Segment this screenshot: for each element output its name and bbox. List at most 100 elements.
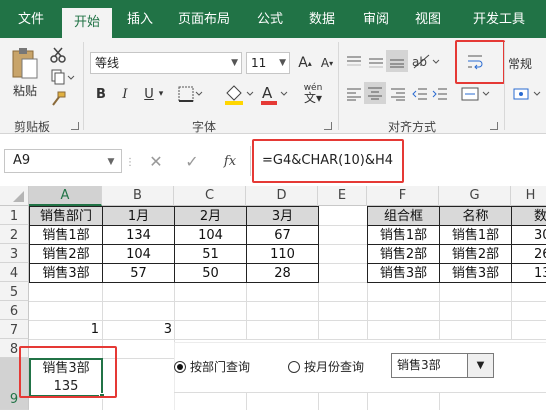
row-header-7[interactable]: 7 bbox=[0, 320, 29, 339]
font-size-value: 11 bbox=[251, 56, 267, 70]
gridline bbox=[29, 339, 546, 340]
column-header-a[interactable]: A bbox=[29, 186, 102, 206]
align-left-icon[interactable] bbox=[344, 84, 364, 104]
column-header-b[interactable]: B bbox=[102, 186, 174, 206]
tab-insert[interactable]: 插入 bbox=[118, 0, 162, 38]
number-format-combo[interactable]: 常规 bbox=[508, 52, 546, 74]
row-header-2[interactable]: 2 bbox=[0, 225, 29, 244]
cell-c2[interactable]: 104 bbox=[174, 225, 247, 245]
font-color-icon[interactable]: A bbox=[258, 82, 290, 106]
cell-d4[interactable]: 28 bbox=[246, 263, 319, 283]
alignment-launcher-icon[interactable] bbox=[490, 122, 498, 130]
align-right-icon[interactable] bbox=[388, 84, 408, 104]
orientation-icon[interactable]: ab bbox=[410, 50, 442, 72]
radio-by-month[interactable]: 按月份查询 bbox=[288, 358, 364, 375]
row-header-5[interactable]: 5 bbox=[0, 282, 29, 301]
tab-developer[interactable]: 开发工具 bbox=[462, 0, 536, 38]
cell-c1[interactable]: 2月 bbox=[174, 206, 247, 226]
font-name-combo[interactable]: 等线 ▼ bbox=[90, 52, 242, 74]
tab-data[interactable]: 数据 bbox=[300, 0, 344, 38]
select-all-corner[interactable] bbox=[0, 186, 29, 206]
ribbon-home: 粘贴 剪贴板 等线 ▼ 11 ▼ A ▴ A ▾ B I U ▾ A wén 文▾ 字体 … bbox=[0, 38, 546, 134]
cell-a2[interactable]: 销售1部 bbox=[29, 225, 103, 245]
cell-c3[interactable]: 51 bbox=[174, 244, 247, 264]
phonetic-guide-button[interactable]: wén 文▾ bbox=[298, 78, 328, 108]
cell-d2[interactable]: 67 bbox=[246, 225, 319, 245]
format-painter-icon[interactable] bbox=[48, 90, 68, 108]
tab-review[interactable]: 审阅 bbox=[354, 0, 398, 38]
chevron-down-icon[interactable]: ▼ bbox=[104, 154, 118, 170]
decrease-indent-icon[interactable] bbox=[410, 84, 430, 104]
cell-g2[interactable]: 销售1部 bbox=[439, 225, 512, 245]
cell-d1[interactable]: 3月 bbox=[246, 206, 319, 226]
enter-icon[interactable]: ✓ bbox=[182, 150, 202, 172]
cell-a4[interactable]: 销售3部 bbox=[29, 263, 103, 283]
cell-a3[interactable]: 销售2部 bbox=[29, 244, 103, 264]
cell-g1[interactable]: 名称 bbox=[439, 206, 512, 226]
cut-icon[interactable] bbox=[48, 46, 68, 64]
cell-h3[interactable]: 26 bbox=[511, 244, 546, 264]
cell-h1[interactable]: 数 bbox=[511, 206, 546, 226]
column-header-f[interactable]: F bbox=[367, 186, 439, 206]
cell-h4[interactable]: 13 bbox=[511, 263, 546, 283]
cell-b1[interactable]: 1月 bbox=[102, 206, 175, 226]
cell-b7[interactable]: 3 bbox=[102, 320, 172, 339]
row-header-4[interactable]: 4 bbox=[0, 263, 29, 282]
cell-b4[interactable]: 57 bbox=[102, 263, 175, 283]
cell-f1[interactable]: 组合框 bbox=[367, 206, 440, 226]
decrease-font-size-button[interactable]: A ▾ bbox=[316, 52, 338, 74]
column-header-h[interactable]: H bbox=[511, 186, 546, 206]
bold-button[interactable]: B bbox=[92, 84, 110, 104]
clipboard-launcher-icon[interactable] bbox=[71, 122, 79, 130]
increase-font-size-button[interactable]: A ▴ bbox=[294, 52, 316, 74]
formula-divider bbox=[250, 146, 251, 176]
cell-a7[interactable]: 1 bbox=[29, 320, 99, 339]
cell-f2[interactable]: 销售1部 bbox=[367, 225, 440, 245]
accounting-format-icon[interactable] bbox=[508, 84, 546, 104]
align-center-icon[interactable] bbox=[364, 82, 386, 104]
tab-file[interactable]: 文件 bbox=[8, 0, 54, 38]
font-size-combo[interactable]: 11 ▼ bbox=[246, 52, 290, 74]
cell-a1[interactable]: 销售部门 bbox=[29, 206, 103, 226]
radio-by-department[interactable]: 按部门查询 bbox=[174, 358, 250, 375]
fill-color-icon[interactable] bbox=[222, 82, 256, 106]
insert-function-button[interactable]: fx bbox=[218, 150, 242, 172]
cell-f4[interactable]: 销售3部 bbox=[367, 263, 440, 283]
row-header-6[interactable]: 6 bbox=[0, 301, 29, 320]
paste-icon bbox=[12, 48, 38, 79]
paste-button[interactable] bbox=[8, 46, 42, 80]
bottom-align-icon[interactable] bbox=[386, 50, 408, 72]
font-launcher-icon[interactable] bbox=[324, 122, 332, 130]
tab-view[interactable]: 视图 bbox=[406, 0, 450, 38]
cell-f3[interactable]: 销售2部 bbox=[367, 244, 440, 264]
column-header-g[interactable]: G bbox=[439, 186, 511, 206]
italic-button[interactable]: I bbox=[116, 84, 134, 104]
cell-g4[interactable]: 销售3部 bbox=[439, 263, 512, 283]
merge-center-icon[interactable] bbox=[460, 84, 492, 104]
cell-d3[interactable]: 110 bbox=[246, 244, 319, 264]
column-header-e[interactable]: E bbox=[318, 186, 367, 206]
cell-b3[interactable]: 104 bbox=[102, 244, 175, 264]
department-combo-box[interactable]: 销售3部 ▼ bbox=[391, 353, 494, 378]
middle-align-icon[interactable] bbox=[366, 52, 386, 72]
radio-unselected-icon bbox=[288, 360, 300, 373]
chevron-down-icon[interactable]: ▾ bbox=[156, 84, 166, 104]
cell-h2[interactable]: 30 bbox=[511, 225, 546, 245]
increase-indent-icon[interactable] bbox=[430, 84, 450, 104]
top-align-icon[interactable] bbox=[344, 52, 364, 72]
copy-icon[interactable] bbox=[48, 68, 78, 86]
cell-b2[interactable]: 134 bbox=[102, 225, 175, 245]
cancel-icon[interactable]: ✕ bbox=[146, 150, 166, 172]
row-header-1[interactable]: 1 bbox=[0, 206, 29, 225]
cell-g3[interactable]: 销售2部 bbox=[439, 244, 512, 264]
formula-highlight bbox=[252, 139, 404, 183]
column-header-c[interactable]: C bbox=[174, 186, 246, 206]
tab-formulas[interactable]: 公式 bbox=[248, 0, 292, 38]
column-header-d[interactable]: D bbox=[246, 186, 318, 206]
row-header-3[interactable]: 3 bbox=[0, 244, 29, 263]
tab-page-layout[interactable]: 页面布局 bbox=[170, 0, 238, 38]
cell-c4[interactable]: 50 bbox=[174, 263, 247, 283]
tab-home[interactable]: 开始 bbox=[62, 8, 112, 38]
border-icon[interactable] bbox=[176, 84, 206, 104]
chevron-down-icon[interactable]: ▼ bbox=[467, 354, 493, 377]
